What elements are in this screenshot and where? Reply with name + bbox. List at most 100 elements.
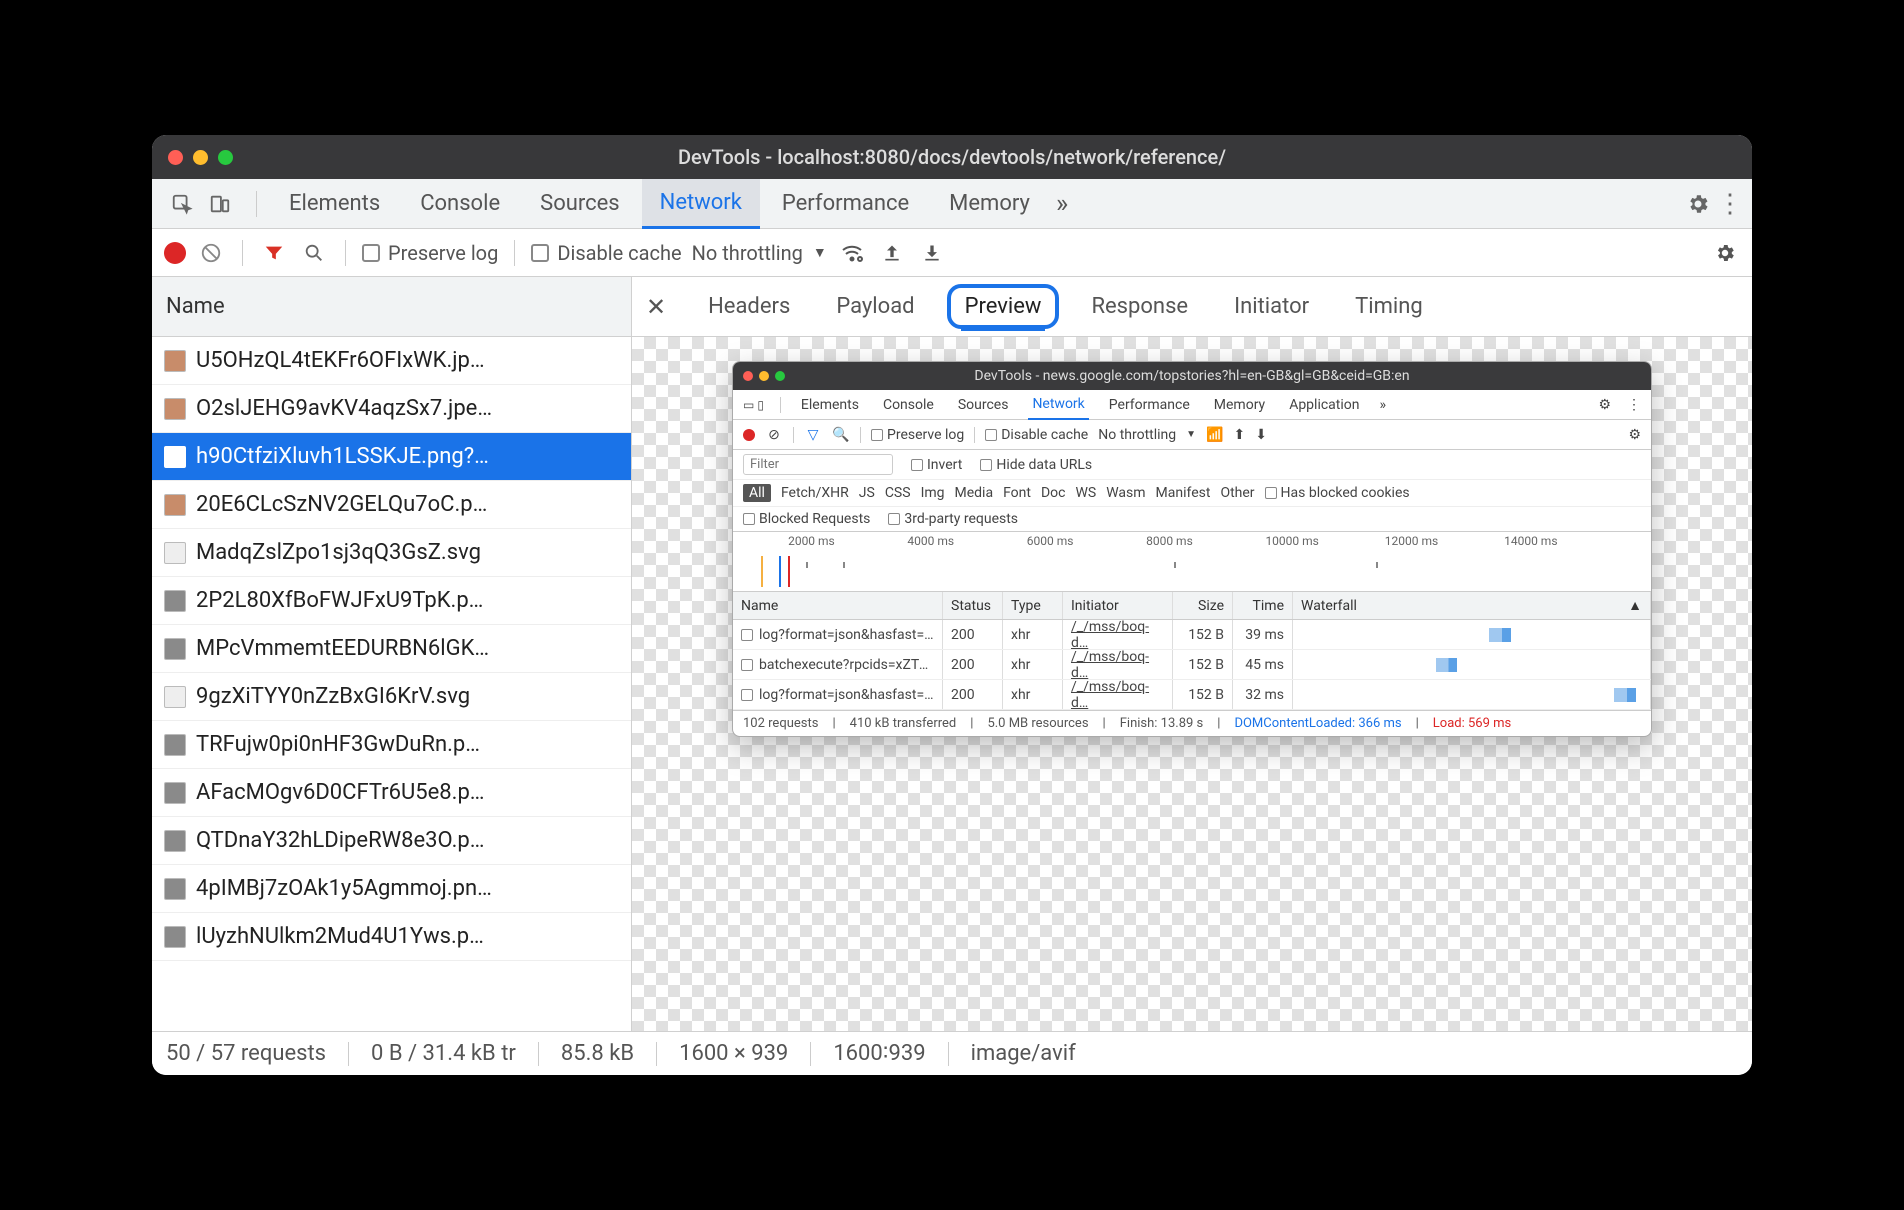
file-icon	[164, 926, 186, 948]
file-icon	[164, 446, 186, 468]
table-row[interactable]: AFacMOgv6D0CFTr6U5e8.p…	[152, 769, 631, 817]
table-row[interactable]: 9gzXiTYY0nZzBxGI6KrV.svg	[152, 673, 631, 721]
download-icon[interactable]	[917, 238, 947, 268]
throttling-select[interactable]: No throttling	[692, 241, 803, 265]
tab-sources[interactable]: Sources	[522, 179, 638, 229]
minimize-icon[interactable]	[193, 150, 208, 165]
tab-memory[interactable]: Memory	[931, 179, 1048, 229]
nested-tab-memory: Memory	[1210, 390, 1269, 420]
file-icon	[164, 350, 186, 372]
table-row[interactable]: 2P2L80XfBoFWJFxU9TpK.p…	[152, 577, 631, 625]
detail-tab-initiator[interactable]: Initiator	[1220, 288, 1323, 325]
chevron-down-icon[interactable]: ▼	[813, 244, 827, 261]
chevron-down-icon: ▼	[1186, 429, 1196, 440]
table-row[interactable]: TRFujw0pi0nHF3GwDuRn.p…	[152, 721, 631, 769]
request-list[interactable]: U5OHzQL4tEKFr6OFIxWK.jp… O2slJEHG9avKV4aq…	[152, 337, 631, 1031]
table-row[interactable]: MPcVmmemtEEDURBN6lGK…	[152, 625, 631, 673]
detail-tab-headers[interactable]: Headers	[694, 288, 804, 325]
kebab-menu-icon[interactable]: ⋮	[1716, 190, 1744, 218]
disable-cache-checkbox[interactable]: Disable cache	[531, 241, 681, 265]
request-name: MPcVmmemtEEDURBN6lGK…	[196, 636, 489, 661]
network-toolbar: Preserve log Disable cache No throttling…	[152, 229, 1752, 277]
file-icon	[164, 878, 186, 900]
tab-network[interactable]: Network	[642, 179, 760, 229]
filter-icon[interactable]	[259, 238, 289, 268]
request-name: O2slJEHG9avKV4aqzSx7.jpe…	[196, 396, 492, 421]
record-icon	[743, 429, 755, 441]
detail-tab-response[interactable]: Response	[1077, 288, 1202, 325]
file-icon	[164, 734, 186, 756]
close-icon[interactable]: ✕	[646, 293, 676, 321]
wifi-icon[interactable]	[837, 238, 867, 268]
request-name: AFacMOgv6D0CFTr6U5e8.p…	[196, 780, 485, 805]
table-row[interactable]: 4pIMBj7zOAk1y5Agmmoj.pn…	[152, 865, 631, 913]
status-dimensions: 1600 × 939	[679, 1041, 788, 1066]
detail-tab-payload[interactable]: Payload	[822, 288, 928, 325]
status-requests: 50 / 57 requests	[166, 1041, 326, 1066]
gear-icon[interactable]	[1684, 190, 1712, 218]
type-filter: Doc	[1041, 485, 1066, 501]
file-icon	[164, 494, 186, 516]
more-tabs-icon[interactable]: »	[1056, 189, 1068, 219]
upload-icon[interactable]	[877, 238, 907, 268]
hide-urls-checkbox: Hide data URLs	[980, 457, 1092, 473]
request-name: lUyzhNUlkm2Mud4U1Yws.p…	[196, 924, 484, 949]
request-name: 9gzXiTYY0nZzBxGI6KrV.svg	[196, 684, 470, 709]
preserve-log-label: Preserve log	[388, 241, 498, 265]
table-row[interactable]: U5OHzQL4tEKFr6OFIxWK.jp…	[152, 337, 631, 385]
table-row[interactable]: MadqZslZpo1sj3qQ3GsZ.svg	[152, 529, 631, 577]
search-icon: 🔍	[832, 426, 850, 444]
nested-tab-performance: Performance	[1105, 390, 1194, 420]
table-row[interactable]: h90CtfziXluvh1LSSKJE.png?…	[152, 433, 631, 481]
download-icon: ⬇	[1255, 427, 1267, 443]
table-row[interactable]: O2slJEHG9avKV4aqzSx7.jpe…	[152, 385, 631, 433]
nested-tab-elements: Elements	[797, 390, 863, 420]
type-filter: Other	[1220, 485, 1254, 501]
file-icon	[164, 542, 186, 564]
close-icon[interactable]	[168, 150, 183, 165]
kebab-menu-icon: ⋮	[1627, 397, 1641, 413]
tab-elements[interactable]: Elements	[271, 179, 398, 229]
table-row[interactable]: lUyzhNUlkm2Mud4U1Yws.p…	[152, 913, 631, 961]
record-icon[interactable]	[164, 242, 186, 264]
maximize-icon[interactable]	[218, 150, 233, 165]
request-name: QTDnaY32hLDipeRW8e3O.p…	[196, 828, 484, 853]
table-row: log?format=json&hasfast=true200xhr/_/mss…	[733, 620, 1651, 650]
file-icon	[164, 686, 186, 708]
type-filter: Media	[955, 485, 994, 501]
request-name: MadqZslZpo1sj3qQ3GsZ.svg	[196, 540, 481, 565]
preview-area: DevTools - news.google.com/topstories?hl…	[632, 337, 1752, 1031]
tab-console[interactable]: Console	[402, 179, 518, 229]
throttling-select: No throttling	[1098, 427, 1176, 443]
search-icon[interactable]	[299, 238, 329, 268]
table-row[interactable]: 20E6CLcSzNV2GELQu7oC.p…	[152, 481, 631, 529]
file-icon	[164, 590, 186, 612]
table-row: log?format=json&hasfast=true200xhr/_/mss…	[733, 680, 1651, 710]
type-filter: All	[743, 484, 771, 502]
sort-icon: ▲	[1628, 597, 1642, 614]
has-blocked-checkbox: Has blocked cookies	[1265, 485, 1410, 501]
detail-tab-timing[interactable]: Timing	[1341, 288, 1437, 325]
inspect-icon[interactable]	[168, 190, 196, 218]
table-row: batchexecute?rpcids=xZTw…200xhr/_/mss/bo…	[733, 650, 1651, 680]
divider	[256, 191, 257, 217]
table-row[interactable]: QTDnaY32hLDipeRW8e3O.p…	[152, 817, 631, 865]
timeline: 2000 ms4000 ms6000 ms8000 ms10000 ms1200…	[733, 532, 1651, 592]
file-icon	[164, 782, 186, 804]
nested-table-header: Name Status Type Initiator Size Time Wat…	[733, 592, 1651, 620]
preserve-log-checkbox[interactable]: Preserve log	[362, 241, 498, 265]
device-toggle-icon[interactable]	[206, 190, 234, 218]
traffic-lights	[168, 150, 233, 165]
request-list-panel: Name U5OHzQL4tEKFr6OFIxWK.jp…O2slJEHG9av…	[152, 277, 632, 1031]
type-filter: Wasm	[1106, 485, 1145, 501]
request-name: 20E6CLcSzNV2GELQu7oC.p…	[196, 492, 487, 517]
gear-icon: ⚙	[1628, 427, 1641, 443]
filter-icon: ▽	[804, 426, 822, 444]
gear-icon[interactable]	[1710, 238, 1740, 268]
nested-devtools-screenshot: DevTools - news.google.com/topstories?hl…	[732, 361, 1652, 737]
type-filter: WS	[1075, 485, 1096, 501]
tab-performance[interactable]: Performance	[764, 179, 927, 229]
clear-icon[interactable]	[196, 238, 226, 268]
blocked-requests-checkbox: Blocked Requests	[743, 511, 870, 527]
detail-tab-preview[interactable]: Preview	[947, 284, 1060, 329]
